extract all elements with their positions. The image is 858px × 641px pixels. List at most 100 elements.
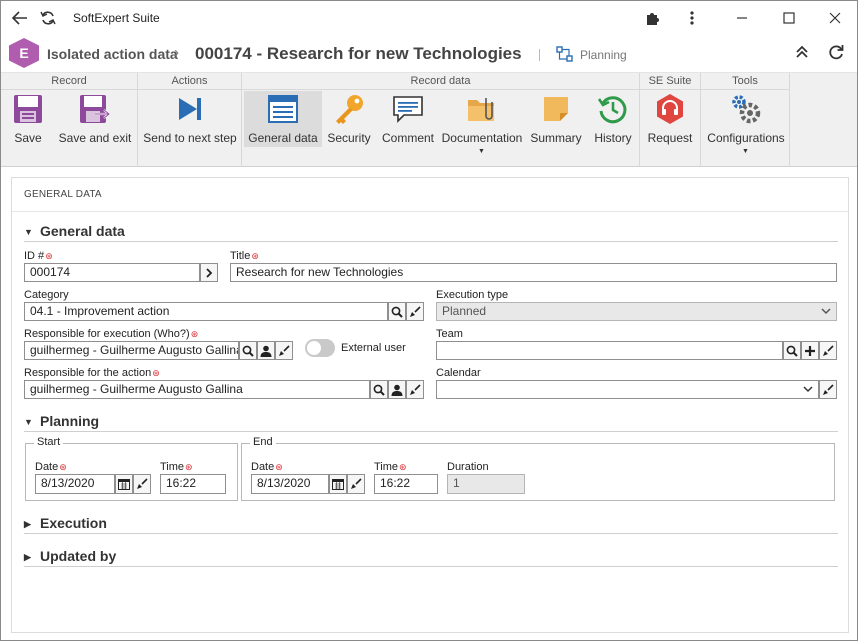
section-general-data-header[interactable]: ▼ General data bbox=[24, 223, 125, 239]
module-logo-icon: E bbox=[9, 38, 39, 68]
send-to-next-step-button[interactable]: Send to next step bbox=[142, 91, 238, 147]
documentation-dropdown-icon[interactable]: ▼ bbox=[478, 148, 485, 155]
responsible-execution-input[interactable]: guilhermeg - Guilherme Augusto Gallina bbox=[24, 341, 239, 360]
section-execution-header[interactable]: ▶ Execution bbox=[24, 515, 107, 531]
caret-down-icon: ▼ bbox=[24, 227, 33, 237]
user-icon bbox=[391, 384, 403, 396]
documentation-button[interactable]: Documentation bbox=[442, 91, 522, 147]
breadcrumb-chevron-icon: › bbox=[174, 44, 179, 61]
reload-icon[interactable] bbox=[827, 43, 845, 64]
key-icon bbox=[332, 91, 366, 127]
team-input[interactable] bbox=[436, 341, 783, 360]
start-date-input[interactable]: 8/13/2020 bbox=[35, 474, 115, 494]
gears-icon bbox=[729, 91, 763, 127]
record-header: E Isolated action data › 000174 - Resear… bbox=[1, 35, 857, 73]
category-search-button[interactable] bbox=[388, 302, 406, 321]
close-icon[interactable] bbox=[824, 7, 846, 29]
request-button[interactable]: Request bbox=[646, 91, 694, 147]
responsible-execution-label: Responsible for execution (Who?)⊛ bbox=[24, 328, 199, 340]
calendar-clear-button[interactable] bbox=[819, 380, 837, 399]
section-updated-by-header[interactable]: ▶ Updated by bbox=[24, 548, 116, 564]
calendar-select[interactable] bbox=[436, 380, 819, 399]
user-icon bbox=[260, 345, 272, 357]
responsible-action-user-button[interactable] bbox=[388, 380, 406, 399]
end-date-picker-button[interactable] bbox=[329, 474, 347, 494]
end-time-input[interactable]: 16:22 bbox=[374, 474, 438, 494]
group-record: Record Save Save and exit bbox=[1, 73, 138, 167]
calendar-icon bbox=[118, 479, 130, 490]
section-planning-header[interactable]: ▼ Planning bbox=[24, 413, 99, 429]
save-floppy-icon bbox=[13, 91, 43, 127]
summary-label: Summary bbox=[530, 131, 582, 145]
category-clear-button[interactable] bbox=[406, 302, 424, 321]
title-input[interactable]: Research for new Technologies bbox=[230, 263, 837, 282]
id-input[interactable]: 000174 bbox=[24, 263, 200, 282]
configurations-label: Configurations bbox=[707, 131, 785, 145]
configurations-dropdown-icon[interactable]: ▼ bbox=[742, 148, 749, 155]
end-fieldset: End Date⊛ 8/13/2020 Time⊛ 16:22 Duration… bbox=[241, 436, 835, 501]
start-legend: Start bbox=[34, 436, 64, 448]
maximize-icon[interactable] bbox=[778, 7, 800, 29]
summary-button[interactable]: Summary bbox=[529, 91, 583, 147]
collapse-up-icon[interactable] bbox=[795, 45, 809, 62]
team-search-button[interactable] bbox=[783, 341, 801, 360]
divider bbox=[24, 533, 838, 534]
required-icon: ⊛ bbox=[190, 329, 199, 339]
responsible-action-label: Responsible for the action⊛ bbox=[24, 367, 160, 379]
back-arrow-icon[interactable] bbox=[9, 7, 31, 29]
comment-button[interactable]: Comment bbox=[380, 91, 436, 147]
security-button[interactable]: Security bbox=[326, 91, 372, 147]
required-icon: ⊛ bbox=[399, 462, 407, 472]
chevron-down-icon bbox=[821, 308, 831, 315]
save-label: Save bbox=[14, 131, 42, 145]
more-menu-icon[interactable] bbox=[681, 7, 703, 29]
history-button[interactable]: History bbox=[590, 91, 636, 147]
extension-puzzle-icon[interactable] bbox=[642, 7, 664, 29]
start-time-input[interactable]: 16:22 bbox=[160, 474, 226, 494]
general-data-button[interactable]: General data bbox=[244, 91, 322, 147]
required-icon: ⊛ bbox=[275, 462, 283, 472]
comment-label: Comment bbox=[381, 131, 434, 145]
team-clear-button[interactable] bbox=[819, 341, 837, 360]
category-label: Category bbox=[24, 289, 69, 301]
end-date-input[interactable]: 8/13/2020 bbox=[251, 474, 329, 494]
external-user-label: External user bbox=[341, 342, 406, 354]
form-window-icon bbox=[268, 91, 298, 127]
comment-bubble-icon bbox=[392, 91, 424, 127]
divider bbox=[24, 566, 838, 567]
configurations-button[interactable]: Configurations bbox=[707, 91, 785, 147]
start-date-clear-button[interactable] bbox=[133, 474, 151, 494]
responsible-action-input[interactable]: guilhermeg - Guilherme Augusto Gallina bbox=[24, 380, 370, 399]
responsible-execution-user-button[interactable] bbox=[257, 341, 275, 360]
eraser-broom-icon bbox=[823, 383, 834, 395]
save-and-exit-button[interactable]: Save and exit bbox=[57, 91, 133, 147]
ribbon-toolbar: Record Save Save and exit Actions Send t… bbox=[1, 73, 857, 167]
responsible-action-clear-button[interactable] bbox=[406, 380, 424, 399]
breadcrumb-module[interactable]: Isolated action data bbox=[47, 46, 178, 62]
external-user-toggle[interactable] bbox=[305, 339, 335, 357]
start-date-label: Date⊛ bbox=[35, 461, 67, 473]
category-input[interactable]: 04.1 - Improvement action bbox=[24, 302, 388, 321]
panel-title: GENERAL DATA bbox=[12, 178, 848, 212]
required-icon: ⊛ bbox=[45, 251, 53, 261]
required-icon: ⊛ bbox=[152, 368, 160, 378]
eraser-broom-icon bbox=[137, 478, 148, 489]
group-title-tools: Tools bbox=[701, 73, 789, 90]
minimize-icon[interactable] bbox=[731, 7, 753, 29]
responsible-action-search-button[interactable] bbox=[370, 380, 388, 399]
id-next-button[interactable] bbox=[200, 263, 218, 282]
team-add-button[interactable] bbox=[801, 341, 819, 360]
end-date-clear-button[interactable] bbox=[347, 474, 365, 494]
responsible-execution-search-button[interactable] bbox=[239, 341, 257, 360]
execution-type-label: Execution type bbox=[436, 289, 509, 301]
refresh-icon[interactable] bbox=[37, 7, 59, 29]
start-date-picker-button[interactable] bbox=[115, 474, 133, 494]
save-button[interactable]: Save bbox=[6, 91, 50, 147]
group-actions: Actions Send to next step bbox=[138, 73, 242, 167]
security-label: Security bbox=[327, 131, 371, 145]
group-title-record-data: Record data bbox=[242, 73, 639, 90]
calendar-label: Calendar bbox=[436, 367, 481, 379]
divider bbox=[24, 431, 838, 432]
execution-type-select: Planned bbox=[436, 302, 837, 321]
responsible-execution-clear-button[interactable] bbox=[275, 341, 293, 360]
